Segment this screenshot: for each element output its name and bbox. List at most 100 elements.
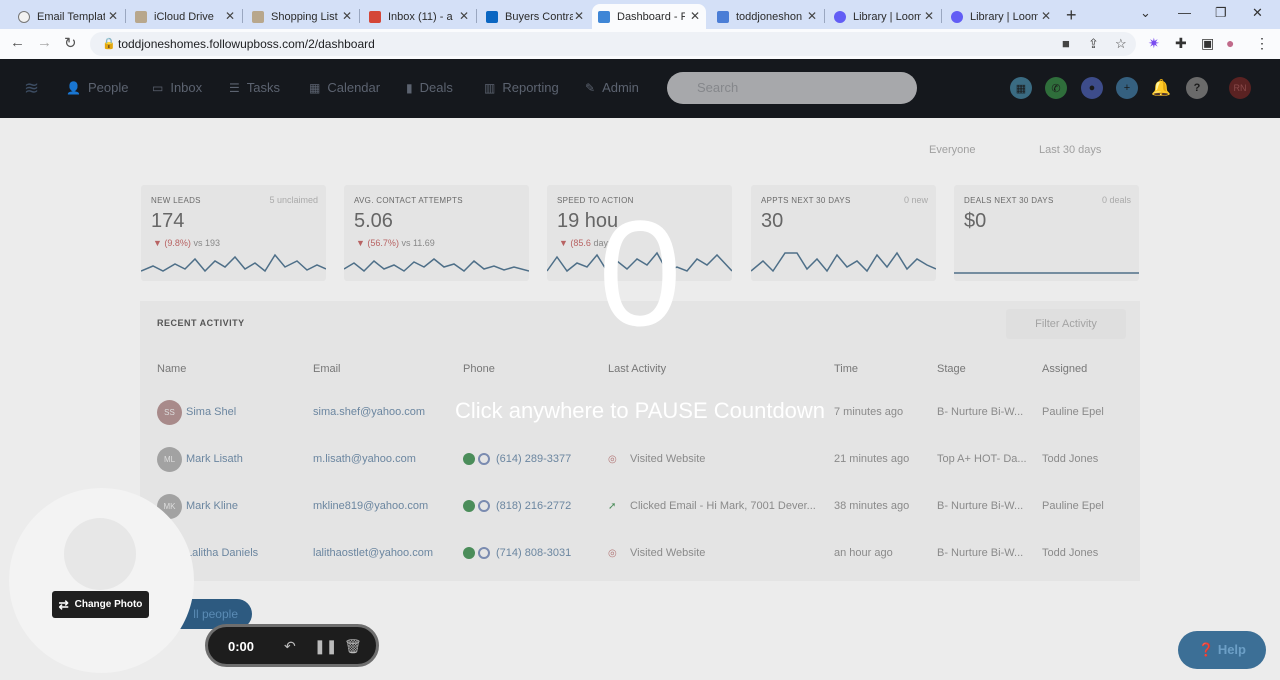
add-person-icon[interactable]: +	[1116, 77, 1138, 99]
profile-avatar-icon[interactable]: ●	[1226, 35, 1234, 51]
stage[interactable]: Top A+ HOT- Da...	[937, 453, 1027, 465]
filter-date-range[interactable]: Last 30 days	[1039, 144, 1101, 156]
filter-activity-button[interactable]: Filter Activity	[1006, 309, 1126, 339]
assigned-agent[interactable]: Todd Jones	[1042, 453, 1098, 465]
column-header[interactable]: Time	[834, 363, 858, 375]
assigned-agent[interactable]: Todd Jones	[1042, 547, 1098, 559]
person-name-link[interactable]: Lalitha Daniels	[186, 547, 258, 559]
column-header[interactable]: Assigned	[1042, 363, 1087, 375]
tab-loom-library-2[interactable]: Library | Loom ✕	[945, 4, 1057, 29]
close-icon[interactable]: ✕	[924, 9, 934, 23]
card-avg-contact-attempts[interactable]: AVG. CONTACT ATTEMPTS 5.06 ▼ (56.7%) vs …	[344, 185, 529, 281]
close-icon[interactable]: ✕	[342, 9, 352, 23]
text-message-icon[interactable]	[478, 500, 490, 512]
close-icon[interactable]: ✕	[574, 9, 584, 23]
chat-icon[interactable]: ●	[1081, 77, 1103, 99]
nav-admin[interactable]: ✎ Admin	[585, 80, 639, 95]
close-icon[interactable]: ✕	[225, 9, 235, 23]
card-new-leads[interactable]: NEW LEADS 5 unclaimed 174 ▼ (9.8%) vs 19…	[141, 185, 326, 281]
close-icon[interactable]: ✕	[1041, 9, 1051, 23]
stage[interactable]: B- Nurture Bi-W...	[937, 500, 1023, 512]
call-icon[interactable]	[463, 500, 475, 512]
restart-undo-icon[interactable]: ↶	[284, 638, 296, 655]
close-window-icon[interactable]: ✕	[1252, 5, 1263, 21]
change-photo-button[interactable]: ⇄ Change Photo	[52, 591, 149, 618]
forward-arrow-icon[interactable]: →	[37, 34, 52, 51]
maximize-icon[interactable]: ❐	[1215, 5, 1227, 21]
table-row[interactable]: LD Lalitha Daniels lalithaostlet@yahoo.c…	[140, 530, 1140, 577]
nav-deals[interactable]: ▮ Deals	[406, 80, 453, 95]
phone-link[interactable]: (614) 289-3377	[463, 453, 571, 465]
table-row[interactable]: MK Mark Kline mkline819@yahoo.com (818) …	[140, 483, 1140, 530]
call-icon[interactable]	[463, 453, 475, 465]
tab-icloud-drive[interactable]: iCloud Drive ✕	[129, 4, 241, 29]
stage[interactable]: B- Nurture Bi-W...	[937, 406, 1023, 418]
help-question-icon[interactable]: ?	[1186, 77, 1208, 99]
url-text[interactable]: toddjoneshomes.followupboss.com/2/dashbo…	[118, 37, 375, 51]
puzzle-extensions-icon[interactable]: ✚	[1175, 35, 1187, 52]
camera-bubble[interactable]	[9, 488, 194, 673]
close-icon[interactable]: ✕	[690, 9, 700, 23]
camera-icon[interactable]: ■	[1062, 36, 1070, 51]
phone-link[interactable]: (714) 808-3031	[463, 547, 571, 559]
back-arrow-icon[interactable]: ←	[10, 34, 25, 51]
text-message-icon[interactable]	[478, 547, 490, 559]
pause-countdown-message[interactable]: Click anywhere to PAUSE Countdown	[340, 398, 940, 424]
assigned-agent[interactable]: Pauline Epel	[1042, 406, 1104, 418]
followupboss-logo-icon[interactable]: ≋	[24, 78, 39, 99]
column-header[interactable]: Last Activity	[608, 363, 666, 375]
column-header[interactable]: Stage	[937, 363, 966, 375]
kebab-menu-icon[interactable]: ⋮	[1255, 35, 1269, 52]
filter-everyone[interactable]: Everyone	[929, 144, 975, 156]
nav-inbox[interactable]: ▭ Inbox	[152, 80, 202, 95]
avatar[interactable]: RN	[1229, 77, 1251, 99]
help-button[interactable]: ❓ Help	[1178, 631, 1266, 669]
avatar[interactable]: SS	[157, 400, 182, 425]
email-link[interactable]: m.lisath@yahoo.com	[313, 453, 416, 465]
loom-extension-icon[interactable]: ✷	[1148, 35, 1160, 52]
avatar[interactable]: ML	[157, 447, 182, 472]
close-icon[interactable]: ✕	[459, 9, 469, 23]
tab-calendar[interactable]: toddjoneshon ✕	[711, 4, 823, 29]
person-name-link[interactable]: Sima Shel	[186, 406, 236, 418]
tab-dashboard[interactable]: Dashboard - F ✕	[592, 4, 706, 29]
dialer-icon[interactable]: ▦	[1010, 77, 1032, 99]
nav-people[interactable]: 👤 People	[66, 80, 128, 95]
pause-icon[interactable]: ❚❚	[314, 638, 337, 655]
nav-tasks[interactable]: ☰ Tasks	[229, 80, 280, 95]
nav-calendar[interactable]: ▦ Calendar	[309, 80, 380, 95]
share-icon[interactable]: ⇪	[1088, 36, 1099, 52]
tab-buyers-contract[interactable]: Buyers Contra ✕	[480, 4, 590, 29]
table-row[interactable]: ML Mark Lisath m.lisath@yahoo.com (614) …	[140, 436, 1140, 483]
call-icon[interactable]	[463, 547, 475, 559]
bell-icon[interactable]: 🔔	[1150, 77, 1172, 99]
countdown-number[interactable]: 0	[540, 188, 740, 358]
person-name-link[interactable]: Mark Lisath	[186, 453, 243, 465]
tab-gmail-inbox[interactable]: Inbox (11) - a ✕	[363, 4, 475, 29]
tab-email-templates[interactable]: Email Templat ✕	[12, 4, 124, 29]
new-tab-plus-icon[interactable]: +	[1066, 5, 1077, 26]
search-input[interactable]: Search	[667, 72, 917, 104]
tab-loom-library[interactable]: Library | Loom ✕	[828, 4, 940, 29]
person-name-link[interactable]: Mark Kline	[186, 500, 238, 512]
phone-icon[interactable]: ✆	[1045, 77, 1067, 99]
nav-reporting[interactable]: ▥ Reporting	[484, 80, 559, 95]
email-link[interactable]: lalithaostlet@yahoo.com	[313, 547, 433, 559]
text-message-icon[interactable]	[478, 453, 490, 465]
tab-search-chevron-icon[interactable]: ⌄	[1140, 5, 1151, 21]
reload-icon[interactable]: ↻	[64, 34, 77, 52]
card-deals-next-30-days[interactable]: DEALS NEXT 30 DAYS 0 deals $0	[954, 185, 1139, 281]
column-header[interactable]: Phone	[463, 363, 495, 375]
side-panel-icon[interactable]: ▣	[1201, 35, 1214, 52]
phone-number[interactable]: (818) 216-2772	[496, 500, 571, 512]
assigned-agent[interactable]: Pauline Epel	[1042, 500, 1104, 512]
tab-shopping-list[interactable]: Shopping List ✕	[246, 4, 358, 29]
email-link[interactable]: mkline819@yahoo.com	[313, 500, 428, 512]
bookmark-star-icon[interactable]: ☆	[1115, 36, 1127, 52]
minimize-icon[interactable]: —	[1178, 5, 1191, 20]
stage[interactable]: B- Nurture Bi-W...	[937, 547, 1023, 559]
phone-number[interactable]: (614) 289-3377	[496, 453, 571, 465]
column-header[interactable]: Email	[313, 363, 341, 375]
column-header[interactable]: Name	[157, 363, 186, 375]
close-icon[interactable]: ✕	[807, 9, 817, 23]
